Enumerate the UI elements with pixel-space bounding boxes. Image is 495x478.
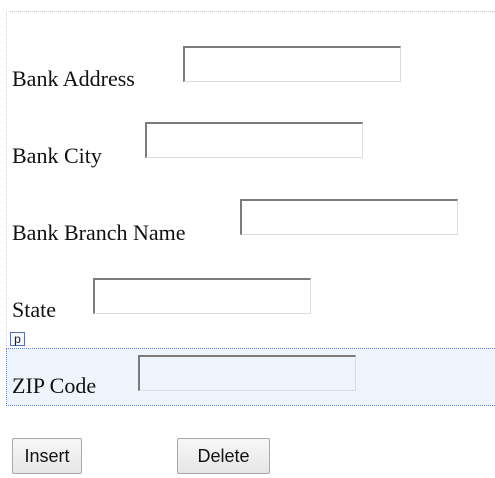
state-field[interactable] [93,278,311,314]
bank-branch-name-field[interactable] [240,199,458,235]
zip-code-field[interactable] [138,355,356,391]
bank-branch-name-label: Bank Branch Name [12,220,186,245]
state-label: State [12,297,56,322]
design-surface-top-border [10,11,495,12]
paragraph-tag-marker[interactable]: p [10,332,25,346]
bank-address-label: Bank Address [12,66,135,91]
bank-city-field[interactable] [145,122,363,158]
insert-button[interactable]: Insert [12,438,82,474]
zip-code-label: ZIP Code [12,373,97,398]
delete-button[interactable]: Delete [177,438,270,474]
bank-city-label: Bank City [12,143,102,168]
design-surface-left-border [6,11,7,396]
bank-address-field[interactable] [183,46,401,82]
